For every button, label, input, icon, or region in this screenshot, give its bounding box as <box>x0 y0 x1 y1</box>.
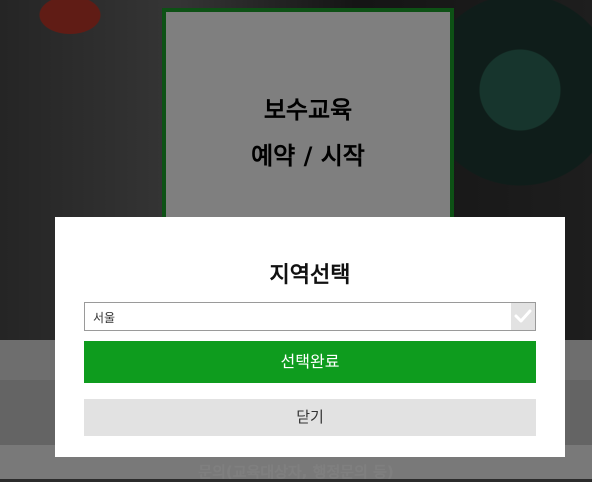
close-button[interactable]: 닫기 <box>84 399 536 436</box>
check-button[interactable] <box>511 303 535 330</box>
region-select-value: 서울 <box>93 311 116 325</box>
modal-title: 지역선택 <box>269 263 351 288</box>
check-icon <box>514 309 532 323</box>
confirm-selection-button[interactable]: 선택완료 <box>84 341 536 383</box>
region-select-modal: 지역선택 서울 선택완료 닫기 <box>55 217 565 457</box>
region-select[interactable]: 서울 <box>84 302 536 331</box>
